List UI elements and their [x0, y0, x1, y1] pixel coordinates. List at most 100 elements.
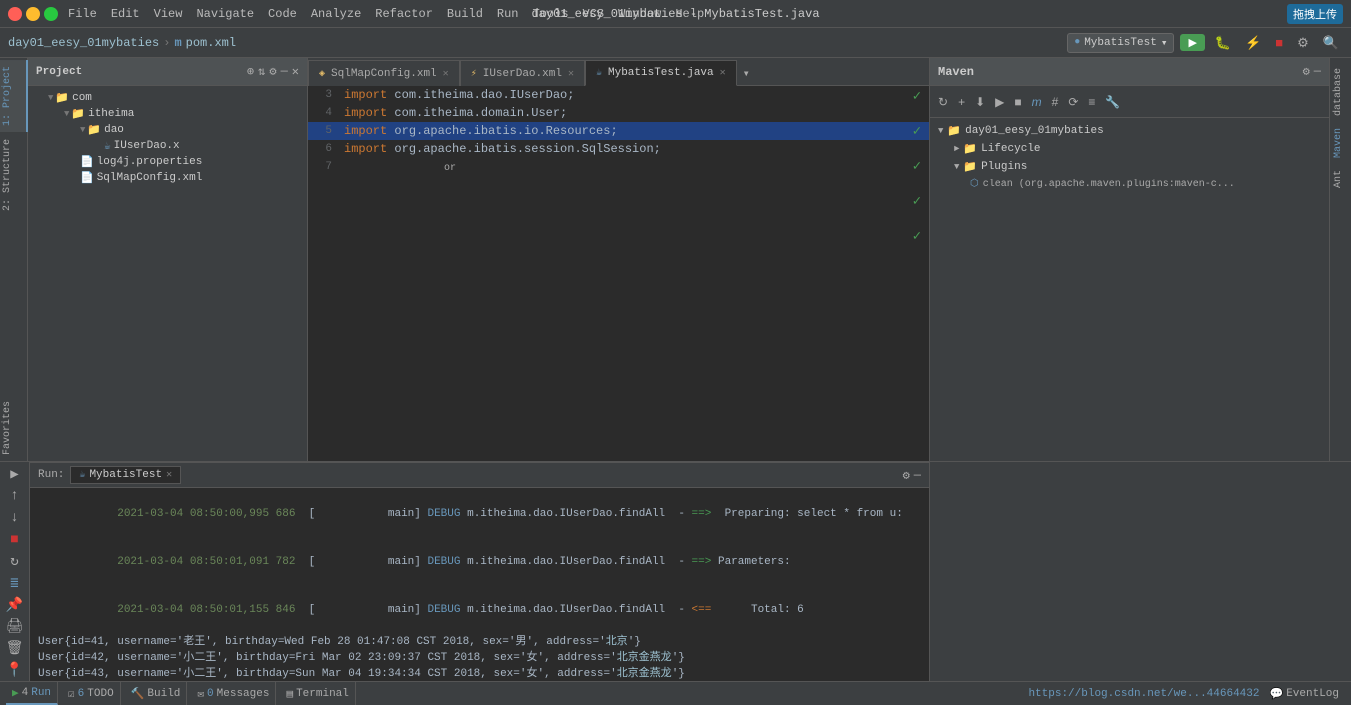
maven-run-btn[interactable]: ▶ — [991, 93, 1008, 111]
project-panel-add-icon[interactable]: ⊕ — [247, 64, 254, 79]
run-play-btn[interactable]: ▶ — [2, 464, 28, 485]
run-config-dropdown[interactable]: ● MybatisTest ▾ — [1067, 33, 1174, 53]
console-line-user1: User{id=41, username='老王', birthday=Wed … — [38, 634, 921, 650]
maven-refresh-btn[interactable]: ↻ — [934, 93, 952, 111]
run-tab-name: MybatisTest — [89, 469, 162, 481]
maven-root-icon: 📁 — [947, 124, 961, 138]
sidebar-tab-ant[interactable]: Ant — [1331, 164, 1351, 194]
project-panel-settings-icon[interactable]: ⚙ — [269, 64, 276, 79]
tab-close-mybatistest[interactable]: ✕ — [720, 67, 726, 79]
tree-item-sqlmapconfig[interactable]: 📄 SqlMapConfig.xml — [28, 170, 307, 186]
maven-m-btn[interactable]: m — [1028, 93, 1046, 111]
sidebar-tab-database[interactable]: database — [1331, 62, 1351, 122]
maven-stop-btn[interactable]: ■ — [1010, 93, 1025, 111]
run-pin2-btn[interactable]: 📍 — [2, 660, 28, 681]
maven-wrench-btn[interactable]: 🔧 — [1101, 93, 1124, 111]
run-rerun-btn[interactable]: ↻ — [2, 551, 28, 572]
maven-download-btn[interactable]: ⬇ — [971, 93, 989, 111]
run-down-btn[interactable]: ↓ — [2, 508, 28, 529]
debug-button[interactable]: 🐛 — [1211, 33, 1235, 53]
maven-settings-icon[interactable]: ⚙ — [1303, 64, 1310, 79]
tab-close-sqlmapconfig[interactable]: ✕ — [443, 68, 449, 80]
menu-navigate[interactable]: Navigate — [196, 7, 254, 21]
far-right-sidebar: database Maven Ant — [1329, 58, 1351, 461]
run-settings-icon[interactable]: ⚙ — [903, 468, 910, 483]
bottom-run-btn[interactable]: ▶ 4 Run — [6, 682, 58, 705]
bottom-terminal-btn[interactable]: ▤ Terminal — [280, 682, 355, 705]
maven-cycle-btn[interactable]: ⟳ — [1064, 93, 1082, 111]
maven-plugin-icon: ⬡ — [970, 178, 979, 190]
menu-code[interactable]: Code — [268, 7, 297, 21]
maven-item-clean-plugin[interactable]: ⬡ clean (org.apache.maven.plugins:maven-… — [930, 176, 1329, 192]
menu-view[interactable]: View — [154, 7, 183, 21]
sidebar-tab-maven[interactable]: Maven — [1331, 122, 1351, 164]
project-panel-close-icon[interactable]: ✕ — [292, 64, 299, 79]
run-up-btn[interactable]: ↑ — [2, 486, 28, 507]
bottom-build-btn[interactable]: 🔨 Build — [125, 682, 188, 705]
terminal-icon: ▤ — [286, 687, 293, 701]
tree-item-itheima[interactable]: ▼ 📁 itheima — [28, 106, 307, 122]
maven-item-plugins[interactable]: ▼ 📁 Plugins — [930, 158, 1329, 176]
maven-lifecycle-label: Lifecycle — [981, 143, 1040, 155]
settings-button[interactable]: ⚙ — [1293, 33, 1313, 53]
maven-close-icon[interactable]: — — [1314, 64, 1321, 79]
tab-mybatistest[interactable]: ☕ MybatisTest.java ✕ — [585, 60, 737, 86]
checkmark-3: ✓ — [913, 158, 921, 175]
minimize-window-icon[interactable] — [26, 7, 40, 21]
or-text: or — [444, 163, 456, 174]
bottom-messages-btn[interactable]: ✉ 0 Messages — [191, 682, 276, 705]
run-trash-btn[interactable]: 🗑 — [2, 638, 28, 659]
tree-item-dao[interactable]: ▼ 📁 dao — [28, 122, 307, 138]
bottom-todo-btn[interactable]: ☑ 6 TODO — [62, 682, 121, 705]
upload-label[interactable]: 拖拽上传 — [1287, 4, 1343, 24]
event-log[interactable]: 💬 EventLog — [1263, 687, 1345, 701]
menu-edit[interactable]: Edit — [111, 7, 140, 21]
stop-button[interactable]: ■ — [1271, 33, 1287, 52]
tab-close-iuserdao[interactable]: ✕ — [568, 68, 574, 80]
close-window-icon[interactable] — [8, 7, 22, 21]
menu-file[interactable]: File — [68, 7, 97, 21]
maven-add-btn[interactable]: + — [954, 93, 969, 111]
title-right-area: 拖拽上传 — [1287, 4, 1343, 24]
tab-more-button[interactable]: ▾ — [737, 60, 756, 86]
maven-hash-btn[interactable]: # — [1048, 93, 1063, 111]
breadcrumb-project[interactable]: day01_eesy_01mybaties — [8, 36, 159, 50]
menu-refactor[interactable]: Refactor — [375, 7, 433, 21]
tree-item-log4j[interactable]: 📄 log4j.properties — [28, 154, 307, 170]
project-panel-minimize-icon[interactable]: — — [281, 64, 288, 79]
tab-sqlmapconfig[interactable]: ◈ SqlMapConfig.xml ✕ — [308, 60, 460, 86]
search-button[interactable]: 🔍 — [1319, 33, 1343, 53]
title-bar: File Edit View Navigate Code Analyze Ref… — [0, 0, 1351, 28]
run-minimize-icon[interactable]: — — [914, 468, 921, 483]
tree-arrow-itheima: ▼ — [64, 109, 69, 119]
menu-build[interactable]: Build — [447, 7, 483, 21]
coverage-button[interactable]: ⚡ — [1241, 33, 1265, 53]
run-stop-btn[interactable]: ■ — [2, 529, 28, 550]
tree-item-com[interactable]: ▼ 📁 com — [28, 90, 307, 106]
sidebar-tab-favorites[interactable]: Favorites — [0, 395, 28, 461]
maximize-window-icon[interactable] — [44, 7, 58, 21]
tree-item-iuserdao[interactable]: ☕ IUserDao.x — [28, 138, 307, 154]
maven-item-lifecycle[interactable]: ► 📁 Lifecycle — [930, 140, 1329, 158]
menu-run[interactable]: Run — [497, 7, 519, 21]
sidebar-tab-project[interactable]: 1: Project — [0, 60, 28, 132]
tab-iuserdao-xml[interactable]: ⚡ IUserDao.xml ✕ — [460, 60, 585, 86]
run-tab-close[interactable]: ✕ — [166, 469, 172, 481]
project-panel-sort-icon[interactable]: ⇅ — [258, 64, 265, 79]
run-pin-btn[interactable]: 📌 — [2, 595, 28, 616]
code-editor[interactable]: 3 import com.itheima.dao.IUserDao; 4 imp… — [308, 86, 929, 461]
console-output[interactable]: 2021-03-04 08:50:00,995 686 [ main] DEBU… — [30, 488, 929, 681]
run-tab-mybatistest[interactable]: ☕ MybatisTest ✕ — [70, 466, 181, 484]
run-button[interactable]: ▶ — [1180, 34, 1204, 51]
breadcrumb-file[interactable]: pom.xml — [186, 36, 236, 50]
run-tab-icon: ☕ — [79, 469, 85, 481]
sidebar-tab-structure[interactable]: 2: Structure — [0, 133, 28, 217]
run-print-btn[interactable]: 🖨 — [2, 617, 28, 638]
maven-plugins-label: Plugins — [981, 161, 1027, 173]
run-format-btn[interactable]: ≣ — [2, 573, 28, 594]
menu-analyze[interactable]: Analyze — [311, 7, 361, 21]
status-url[interactable]: https://blog.csdn.net/we...44664432 — [1028, 688, 1259, 700]
maven-list-btn[interactable]: ≡ — [1084, 93, 1099, 111]
run-config-name: MybatisTest — [1084, 37, 1157, 49]
maven-item-root[interactable]: ▼ 📁 day01_eesy_01mybaties — [930, 122, 1329, 140]
